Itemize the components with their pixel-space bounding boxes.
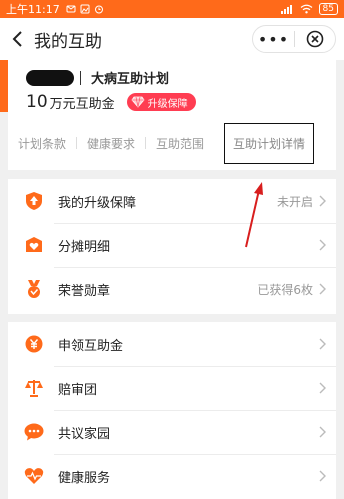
plan-header: 大病互助计划 (26, 68, 169, 87)
amount-number: 10 (26, 92, 48, 112)
status-bar: 上午11:17 85 (0, 0, 344, 18)
medal-icon (24, 279, 44, 299)
list-item-honor-medals[interactable]: 荣誉勋章 已获得6枚 (8, 267, 336, 311)
alarm-icon (94, 5, 103, 14)
chevron-right-icon (319, 426, 326, 438)
chevron-right-icon (319, 382, 326, 394)
list-item-upgrade-protection[interactable]: 我的升级保障 未开启 (8, 179, 336, 223)
battery-indicator: 85 (318, 3, 338, 15)
chevron-right-icon (319, 195, 326, 207)
miniapp-capsule: ••• (252, 25, 336, 53)
service-list-primary: 我的升级保障 未开启 分摊明细 荣誉勋章 已获得6枚 (8, 179, 336, 314)
image-icon (80, 4, 90, 14)
yuan-icon (24, 334, 44, 354)
status-notification-icons (66, 4, 104, 14)
chevron-right-icon (319, 338, 326, 350)
shield-up-icon (24, 191, 44, 211)
chat-icon (24, 422, 44, 442)
list-item-review-jury[interactable]: 赔审团 (8, 366, 336, 410)
list-item-status: 未开启 (276, 194, 313, 209)
link-plan-details[interactable]: 互助计划详情 (224, 122, 315, 164)
list-item-label: 我的升级保障 (58, 195, 137, 211)
list-item-status: 已获得6枚 (257, 282, 313, 297)
link-plan-terms[interactable]: 计划条款 (8, 135, 76, 152)
amount-unit: 万元互助金 (49, 96, 115, 112)
upgrade-badge-label: 升级保障 (147, 98, 188, 110)
redacted-user-name (26, 69, 74, 86)
chevron-right-icon (319, 283, 326, 295)
page-title: 我的互助 (34, 31, 102, 52)
list-item-label: 健康服务 (58, 470, 111, 486)
more-button[interactable]: ••• (253, 30, 294, 49)
status-time: 上午11:17 (6, 3, 60, 16)
plan-links: 计划条款 健康要求 互助范围 互助计划详情 (8, 122, 336, 164)
list-item-share-details[interactable]: 分摊明细 (8, 223, 336, 267)
message-icon (66, 5, 76, 13)
list-item-claim-funds[interactable]: 申领互助金 (8, 322, 336, 366)
service-list-secondary: 申领互助金 赔审团 共议家园 健康服务 (8, 322, 336, 499)
back-arrow-icon (12, 31, 22, 47)
title-bar: 我的互助 ••• (0, 18, 344, 60)
back-button[interactable] (0, 18, 34, 60)
wifi-icon (300, 4, 312, 14)
plan-name: 大病互助计划 (91, 72, 170, 87)
plan-accent-bar (0, 60, 8, 112)
list-item-label: 申领互助金 (58, 338, 124, 354)
health-icon (24, 466, 44, 486)
close-button[interactable] (295, 30, 335, 48)
link-health-requirements[interactable]: 健康要求 (77, 135, 145, 152)
list-item-label: 荣誉勋章 (58, 283, 111, 299)
list-item-community[interactable]: 共议家园 (8, 410, 336, 454)
close-circle-icon (306, 30, 324, 48)
upgrade-badge[interactable]: 升级保障 (126, 93, 196, 111)
list-item-health-services[interactable]: 健康服务 (8, 454, 336, 498)
plan-amount: 10 万元互助金 升级保障 (26, 92, 196, 112)
scale-icon (24, 378, 44, 398)
diamond-icon (131, 96, 145, 108)
signal-icon (280, 5, 292, 14)
plan-header-divider (80, 70, 81, 85)
link-mutual-aid-scope[interactable]: 互助范围 (146, 135, 214, 152)
list-item-label: 分摊明细 (58, 239, 111, 255)
plan-card: 大病互助计划 10 万元互助金 升级保障 计划条款 健康要求 互助范围 互助计划… (0, 60, 336, 170)
list-item-label: 共议家园 (58, 426, 111, 442)
chevron-right-icon (319, 239, 326, 251)
list-item-label: 赔审团 (58, 382, 98, 398)
heart-doc-icon (24, 235, 44, 255)
chevron-right-icon (319, 470, 326, 482)
